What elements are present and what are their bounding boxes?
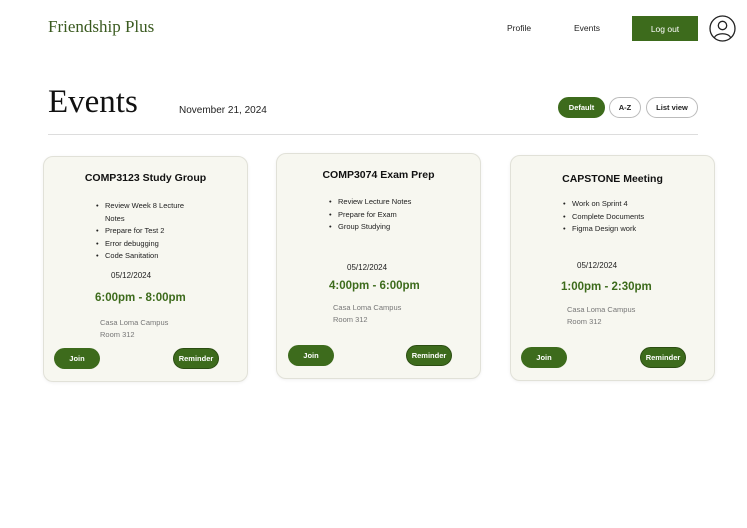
divider [48, 134, 698, 135]
agenda-item: Error debugging [96, 238, 184, 251]
event-room: Room 312 [333, 314, 368, 324]
agenda-item: Prepare for Test 2 [96, 225, 184, 238]
event-time: 4:00pm - 6:00pm [329, 280, 420, 292]
reminder-button[interactable]: Reminder [640, 347, 686, 368]
event-date: 05/12/2024 [577, 261, 618, 270]
agenda-item: Code Sanitation [96, 250, 184, 263]
agenda-item: Prepare for Exam [329, 209, 411, 222]
event-campus: Casa Loma Campus [100, 318, 169, 327]
event-campus: Casa Loma Campus [333, 303, 402, 312]
event-room: Room 312 [567, 316, 602, 326]
nav-events-link[interactable]: Events [574, 23, 600, 33]
join-button[interactable]: Join [54, 348, 100, 369]
join-button[interactable]: Join [288, 345, 334, 366]
page-date: November 21, 2024 [179, 105, 267, 116]
page-title: Events [48, 84, 138, 120]
agenda-item: Figma Design work [563, 223, 644, 236]
nav-profile-link[interactable]: Profile [507, 23, 531, 33]
event-date: 05/12/2024 [347, 263, 388, 272]
reminder-button[interactable]: Reminder [173, 348, 219, 369]
brand-logo[interactable]: Friendship Plus [48, 17, 154, 37]
user-circle-icon[interactable] [709, 15, 736, 42]
event-agenda-list: Review Lecture Notes Prepare for Exam Gr… [329, 196, 411, 234]
event-card: COMP3123 Study Group Review Week 8 Lectu… [43, 156, 248, 382]
event-title: CAPSTONE Meeting [562, 173, 663, 185]
agenda-item: Group Studying [329, 221, 411, 234]
event-title: COMP3123 Study Group [84, 172, 207, 184]
sort-default-button[interactable]: Default [558, 97, 605, 118]
join-button[interactable]: Join [521, 347, 567, 368]
agenda-item: Complete Documents [563, 211, 644, 224]
event-card: CAPSTONE Meeting Work on Sprint 4 Comple… [510, 155, 715, 381]
event-agenda-list: Work on Sprint 4 Complete Documents Figm… [563, 198, 644, 236]
agenda-item: Review Lecture Notes [329, 196, 411, 209]
event-location: Casa Loma Campus Room 312 [333, 302, 401, 325]
event-time: 6:00pm - 8:00pm [95, 292, 186, 304]
agenda-item: Notes [105, 213, 125, 223]
event-date: 05/12/2024 [111, 271, 152, 280]
event-time: 1:00pm - 2:30pm [561, 281, 652, 293]
event-room: Room 312 [100, 329, 135, 339]
event-location: Casa Loma Campus Room 312 [100, 317, 168, 340]
event-card: COMP3074 Exam Prep Review Lecture Notes … [276, 153, 481, 379]
event-location: Casa Loma Campus Room 312 [567, 304, 635, 327]
event-title: COMP3074 Exam Prep [322, 169, 435, 181]
logout-button[interactable]: Log out [632, 16, 698, 41]
agenda-item: Work on Sprint 4 [563, 198, 644, 211]
event-agenda-list: Review Week 8 Lecture Notes Prepare for … [96, 200, 184, 263]
sort-az-button[interactable]: A-Z [609, 97, 641, 118]
agenda-item: Review Week 8 Lecture [96, 200, 184, 213]
event-campus: Casa Loma Campus [567, 305, 636, 314]
reminder-button[interactable]: Reminder [406, 345, 452, 366]
list-view-button[interactable]: List view [646, 97, 698, 118]
